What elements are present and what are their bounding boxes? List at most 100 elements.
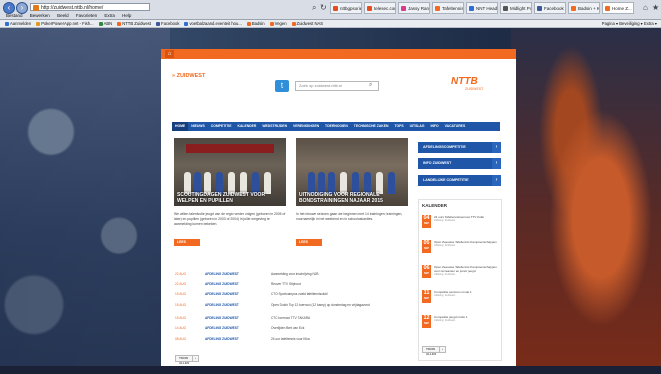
list-item-title[interactable]: CTC toernooi TTV TAKARA	[271, 315, 310, 322]
favorite-icon	[5, 21, 9, 26]
list-item-title[interactable]: CTO Sportcampus zoekt tafeltennisclub!	[271, 291, 328, 298]
chevron-right-icon: ›	[492, 158, 501, 169]
list-item-category[interactable]: AFDELING ZUIDWEST	[205, 336, 239, 343]
nav-item-nieuws[interactable]: NIEUWS	[188, 122, 208, 131]
afdelingscompetitie-button[interactable]: AFDELINGSCOMPETITIE ›	[418, 142, 501, 153]
command-bar-right[interactable]: Pagina ▾ Beveiliging ▾ Extra ▾	[602, 20, 657, 27]
list-item-category[interactable]: AFDELING ZUIDWEST	[205, 315, 239, 322]
menu-extra[interactable]: Extra	[104, 13, 115, 18]
date-month: SEP	[423, 222, 429, 225]
favorite-link[interactable]: Zuidwest NAS	[291, 20, 324, 27]
star-icon[interactable]: ★	[652, 3, 659, 12]
top-bar: ⌂	[161, 49, 516, 59]
list-item[interactable]: 22 AUG AFDELING ZUIDWEST Reuver TTV Stipho…	[175, 281, 405, 288]
nav-item-uitslag[interactable]: UITSLAG	[407, 122, 428, 131]
nav-item-toernooien[interactable]: TOERNOOIEN	[322, 122, 351, 131]
tab-label: Badsin + Ka...	[578, 6, 600, 11]
news-card-1[interactable]: SCOUTINGDAGEN ZUIDWEST VOOR WELPEN EN PU…	[174, 138, 286, 206]
menu-bewerken[interactable]: Bewerken	[30, 13, 50, 18]
list-item[interactable]: 15 AUG AFDELING ZUIDWEST CTO Sportcampus z…	[175, 291, 405, 298]
list-item-title[interactable]: 24 uur tafeltennis voor Kika	[271, 336, 310, 343]
news-card-2[interactable]: UITNODIGING VOOR REGIONALE BONDSTRAINING…	[296, 138, 408, 206]
home-icon[interactable]: ⌂	[643, 3, 648, 12]
favorite-link[interactable]: Aanmelden	[5, 20, 31, 27]
search-icon[interactable]: ⌕	[312, 3, 316, 13]
nav-item-competitie[interactable]: COMPETITIE	[208, 122, 235, 131]
browser-tab[interactable]: nttbgpsorien...	[330, 2, 362, 14]
favorite-label: Badsin	[251, 21, 265, 26]
list-item-category[interactable]: AFDELING ZUIDWEST	[205, 271, 239, 278]
read-more-button[interactable]: LEES VERDER	[296, 239, 322, 251]
tab-label: Home Z...	[612, 6, 632, 11]
tab-favicon-icon	[435, 6, 440, 11]
browser-tab[interactable]: NNT Head...	[466, 2, 498, 14]
favorite-label: ABN	[103, 21, 113, 26]
browser-tab[interactable]: telesec.com	[364, 2, 396, 14]
read-more-button[interactable]: LEES VERDER	[174, 239, 200, 251]
date-day: 12	[423, 315, 430, 321]
browser-tab[interactable]: Facebook	[534, 2, 566, 14]
favorite-link[interactable]: Facebook	[156, 20, 179, 27]
date-day: 04	[423, 215, 430, 221]
menu-help[interactable]: Help	[122, 13, 131, 18]
home-button[interactable]: ⌂	[165, 50, 174, 58]
nav-item-kalender[interactable]: KALENDER	[235, 122, 260, 131]
nav-item-vacatures[interactable]: VACATURES	[442, 122, 469, 131]
favorite-link[interactable]: ABN	[98, 20, 113, 27]
favorite-link[interactable]: Badsin	[246, 20, 265, 27]
nttb-logo[interactable]: NTTB ZUIDWEST	[451, 76, 491, 98]
search-icon[interactable]: ⌕	[369, 82, 372, 89]
nav-item-verenigingen[interactable]: VERENIGINGEN	[290, 122, 322, 131]
favorite-icon	[246, 21, 251, 26]
list-item-category[interactable]: AFDELING ZUIDWEST	[205, 291, 239, 298]
favorite-icon	[269, 21, 274, 26]
kalender-item-sub: Afdeling: Zuidwest	[434, 244, 456, 247]
list-item-title[interactable]: Open Dutch Tcp 12 toernooi (12 kamp) op …	[271, 302, 370, 309]
tab-label: Facebook	[544, 6, 564, 11]
list-item-title[interactable]: Reuver TTV Stiphout	[271, 281, 301, 288]
favorite-label: Zuidwest NAS	[296, 21, 324, 26]
kalender-show-all-button[interactable]: TOON ALLES ›	[422, 346, 446, 356]
browser-tab[interactable]: Badsin + Ka...	[568, 2, 600, 14]
landelijke-competitie-button[interactable]: LANDELIJKE COMPETITIE ›	[418, 175, 501, 186]
list-item[interactable]: 22 AUG AFDELING ZUIDWEST Aanmelding voor i…	[175, 271, 405, 278]
news-caption: UITNODIGING VOOR REGIONALE BONDSTRAINING…	[299, 192, 383, 204]
list-item[interactable]: 08 AUG AFDELING ZUIDWEST 24 uur tafeltenni…	[175, 336, 405, 343]
favorite-link[interactable]: PokerPowerApp.net - Fish...	[36, 20, 94, 27]
favorite-link[interactable]: NTTB Zuidwest	[117, 20, 151, 27]
nav-item-tops[interactable]: TOPS	[391, 122, 406, 131]
list-item-category[interactable]: AFDELING ZUIDWEST	[205, 302, 239, 309]
list-item[interactable]: 15 AUG AFDELING ZUIDWEST Open Dutch Tcp 12…	[175, 302, 405, 309]
twitter-icon[interactable]: t	[275, 80, 289, 92]
nav-item-home[interactable]: HOME	[172, 122, 189, 131]
info-zuidwest-button[interactable]: INFO ZUIDWEST ›	[418, 158, 501, 169]
list-item-date: 15 AUG	[175, 292, 187, 296]
browser-tab[interactable]: Tafeltennis...	[432, 2, 464, 14]
list-item-category[interactable]: AFDELING ZUIDWEST	[205, 325, 239, 332]
nav-item-wedstrijden[interactable]: WEDSTRIJDEN	[259, 122, 290, 131]
favorite-label: Vegen	[274, 21, 287, 26]
browser-tab[interactable]: Home Z...	[602, 2, 634, 14]
browser-tab[interactable]: Jassy Rank...	[398, 2, 430, 14]
kalender-item-text: Open Zeeuwse Tafeltennis Kampioenschappe…	[434, 240, 498, 248]
nav-item-info[interactable]: INFO	[428, 122, 442, 131]
region-title[interactable]: » ZUIDWEST	[172, 73, 205, 79]
refresh-icon[interactable]: ↻	[320, 3, 327, 12]
news-show-all-button[interactable]: TOON ALLES ›	[175, 355, 199, 365]
chevron-right-icon: ›	[492, 175, 501, 186]
menu-beeld[interactable]: Beeld	[57, 13, 69, 18]
search-input[interactable]: Zoek op zuidwest.nttb.nl	[295, 81, 379, 91]
favorite-link[interactable]: Vegen	[269, 20, 287, 27]
browser-tab[interactable]: Midlight Po...	[500, 2, 532, 14]
list-item[interactable]: 15 AUG AFDELING ZUIDWEST CTC toernooi TTV …	[175, 315, 405, 322]
menu-favorieten[interactable]: Favorieten	[76, 13, 97, 18]
favorite-link[interactable]: voetbalzaand.eventeit hou...	[184, 20, 242, 27]
list-item[interactable]: 14 AUG AFDELING ZUIDWEST Overlijden Bert v…	[175, 325, 405, 332]
list-item-category[interactable]: AFDELING ZUIDWEST	[205, 281, 239, 288]
list-item-title[interactable]: Aanmelding voor inschrijving NJB	[271, 271, 318, 278]
list-item-title[interactable]: Overlijden Bert van Eck	[271, 325, 304, 332]
nav-item-technische-zaken[interactable]: TECHNISCHE ZAKEN	[351, 122, 392, 131]
menu-bestand[interactable]: Bestand	[6, 13, 23, 18]
logo-sub: ZUIDWEST	[465, 87, 484, 91]
address-bar[interactable]: http://zuidwest.nttb.nl/home/	[30, 3, 150, 11]
